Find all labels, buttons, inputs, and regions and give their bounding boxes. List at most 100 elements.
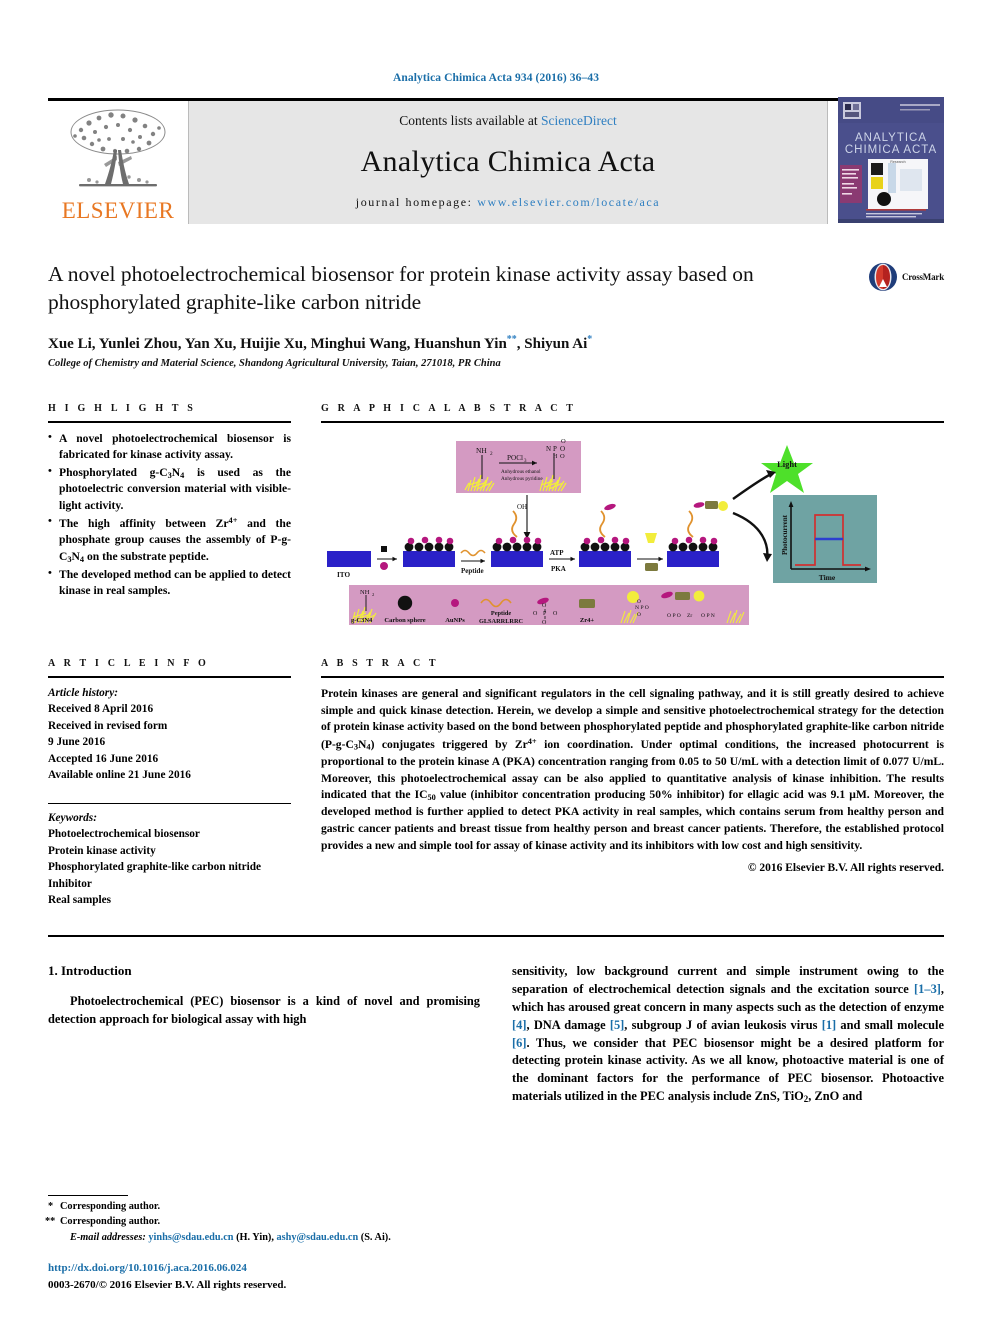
footnote-rule [48,1194,128,1196]
list-item: A novel photoelectrochemical biosensor i… [48,430,291,464]
svg-text:O: O [542,603,547,609]
citation-1-3[interactable]: [1–3] [914,982,941,996]
svg-text:g-C3N4: g-C3N4 [351,617,373,624]
email-addresses: E-mail addresses: yinhs@sdau.edu.cn (H. … [48,1230,478,1245]
crossmark-label: CrossMark [901,272,944,282]
list-item: The high affinity between Zr4+ and the p… [48,514,291,565]
highlights-graphical-row: H I G H L I G H T S A novel photoelectro… [48,403,944,634]
highlights-column: H I G H L I G H T S A novel photoelectro… [48,403,291,634]
doi-link[interactable]: http://dx.doi.org/10.1016/j.aca.2016.06.… [48,1260,286,1277]
asterisk-single-icon: * [48,1200,54,1212]
keywords-list: Keywords: Photoelectrochemical biosensor… [48,810,291,909]
svg-text:Peptide: Peptide [491,610,511,617]
svg-text:P: P [553,445,557,453]
abstract-copyright: © 2016 Elsevier B.V. All rights reserved… [747,861,944,874]
article-info-rule [48,675,291,678]
intro-seg-4: , subgroup J of avian leukosis virus [624,1017,822,1032]
introduction-heading: 1. Introduction [48,962,132,978]
body-column-left: 1. Introduction Photoelectrochemical (PE… [48,963,480,1107]
doi-block: http://dx.doi.org/10.1016/j.aca.2016.06.… [48,1260,286,1293]
journal-band: Contents lists available at ScienceDirec… [188,101,828,224]
svg-text:ATP: ATP [550,549,564,557]
crossmark-badge[interactable]: CrossMark [868,262,944,292]
keyword-item: Real samples [48,894,112,907]
photocurrent-inset-chart: Photocurrent Time [773,494,877,583]
svg-text:Time: Time [819,573,836,582]
authors-main: Xue Li, Yunlei Zhou, Yan Xu, Huijie Xu, … [48,335,507,352]
authors-tail: , Shiyun Ai [516,335,588,352]
history-line: Accepted 16 June 2016 [48,752,159,765]
keyword-item: Photoelectrochemical biosensor [48,828,200,841]
corresponding-author-2-text: Corresponding author. [60,1215,161,1227]
list-item: The developed method can be applied to d… [48,566,291,600]
citation-1[interactable]: [1] [822,1018,836,1032]
sciencedirect-link[interactable]: ScienceDirect [541,113,617,128]
keyword-item: Phosphorylated graphite-like carbon nitr… [48,861,262,874]
homepage-url-link[interactable]: www.elsevier.com/locate/aca [477,195,660,209]
body-separator-rule [48,934,944,937]
elsevier-logo: ELSEVIER [48,101,188,224]
contents-prefix: Contents lists available at [399,113,541,128]
body-columns: 1. Introduction Photoelectrochemical (PE… [48,963,944,1107]
svg-text:POCl: POCl [507,454,523,462]
footnote-block: * Corresponding author. ** Corresponding a… [45,1194,478,1245]
keywords-block: Keywords: Photoelectrochemical biosensor… [48,794,291,909]
svg-text:O: O [561,438,566,445]
abstract-rule [321,675,944,678]
email-1-owner: (H. Yin), [233,1231,277,1243]
title-area: CrossMark A novel photoelectrochemical b… [48,260,944,369]
history-line: 9 June 2016 [48,736,106,749]
highlights-rule [48,420,291,423]
graphical-abstract-column: G R A P H I C A L A B S T R A C T NH 2 P… [321,403,944,634]
asterisk-double-icon: ** [45,1215,56,1227]
graphical-abstract-svg: NH 2 POCl 3 Anhydrous ethanol Anhydrous … [327,438,877,626]
author-marker-single: * [587,333,593,345]
homepage-prefix: journal homepage: [355,195,478,209]
running-head: Analytica Chimica Acta 934 (2016) 36–43 [392,72,600,84]
svg-text:Zr: Zr [687,613,692,619]
legend-panel: NH 2 g-C3N4 Carbon sphere AuNPs Peptide … [349,584,749,626]
introduction-paragraph-left: Photoelectrochemical (PEC) biosensor is … [48,993,480,1026]
svg-text:H: H [553,454,558,460]
citation-6[interactable]: [6] [512,1036,526,1050]
svg-text:O: O [553,611,558,617]
svg-text:Anhydrous ethanol: Anhydrous ethanol [501,469,541,475]
article-history-label: Article history: [48,686,118,699]
citation-4[interactable]: [4] [512,1018,526,1032]
article-history: Article history: Received 8 April 2016 R… [48,685,291,784]
author-list: Xue Li, Yunlei Zhou, Yan Xu, Huijie Xu, … [48,334,944,353]
svg-text:O: O [637,612,641,618]
introduction-paragraph-right: sensitivity, low background current and … [512,963,944,1107]
svg-text:NH: NH [360,589,370,596]
keyword-item: Inhibitor [48,877,92,890]
email-2-owner: (S. Ai). [358,1231,391,1243]
svg-text:GLSARRLRRC: GLSARRLRRC [479,618,524,625]
email-link-2[interactable]: ashy@sdau.edu.cn [277,1232,359,1243]
svg-text:Photocurrent: Photocurrent [781,514,789,555]
corresponding-author-2: ** Corresponding author. [45,1215,478,1230]
graphical-abstract-figure: NH 2 POCl 3 Anhydrous ethanol Anhydrous … [321,433,944,634]
svg-text:O: O [533,611,538,617]
svg-text:CHIMICA ACTA: CHIMICA ACTA [845,144,937,156]
svg-text:2: 2 [490,451,493,457]
svg-text:N P O: N P O [635,605,649,611]
page-title: A novel photoelectrochemical biosensor f… [48,262,754,315]
svg-text:O P O: O P O [667,613,681,619]
svg-text:O: O [560,453,565,460]
articleinfo-abstract-row: A R T I C L E I N F O Article history: R… [48,658,944,909]
article-info-heading: A R T I C L E I N F O [48,657,209,669]
email-label: E-mail addresses: [70,1231,146,1243]
elsevier-tree-icon [70,109,166,187]
email-link-1[interactable]: yinhs@sdau.edu.cn [148,1232,233,1243]
abstract-heading: A B S T R A C T [321,657,439,669]
svg-text:O P N: O P N [701,613,715,619]
citation-5[interactable]: [5] [610,1018,624,1032]
history-line: Received in revised form [48,719,168,732]
graphical-abstract-heading: G R A P H I C A L A B S T R A C T [321,402,577,414]
body-column-right: sensitivity, low background current and … [512,963,944,1107]
paper-page: Analytica Chimica Acta 934 (2016) 36–43 [0,0,992,1323]
svg-text:Peptide: Peptide [461,567,484,575]
abstract-text: Protein kinases are general and signific… [321,686,944,852]
contents-available-line: Contents lists available at ScienceDirec… [399,113,616,129]
svg-text:Zr4+: Zr4+ [580,617,594,624]
